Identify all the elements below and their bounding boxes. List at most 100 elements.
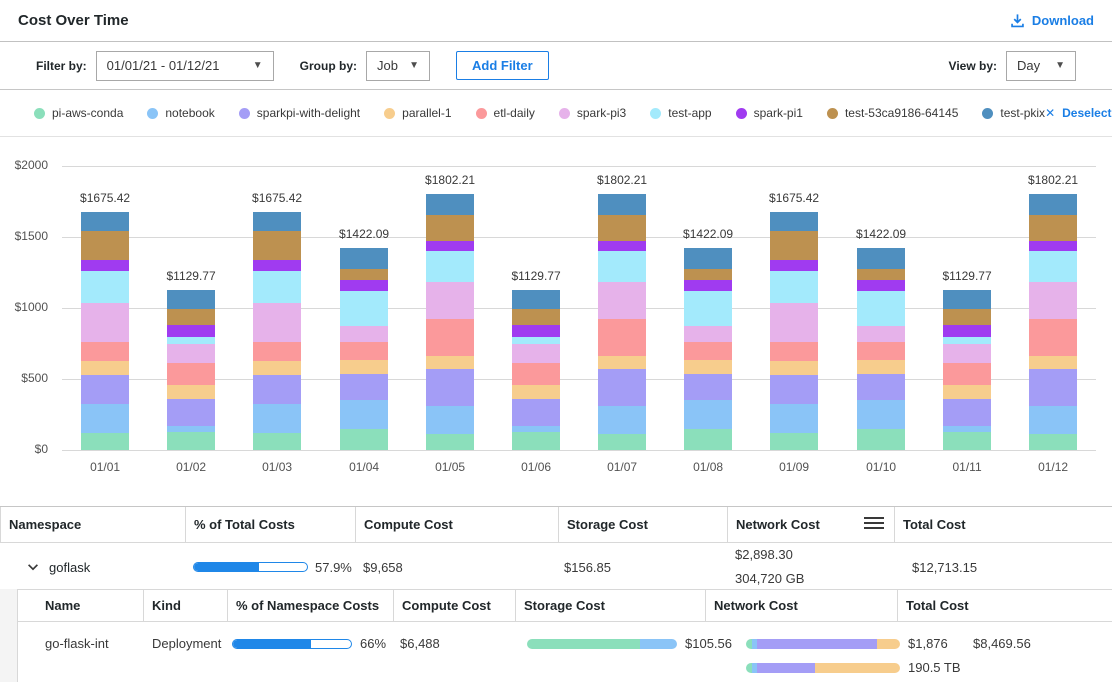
download-button[interactable]: Download xyxy=(1010,13,1094,28)
bar-segment-etl-daily[interactable] xyxy=(684,342,732,360)
bar-segment-spark-pi3[interactable] xyxy=(512,344,560,363)
column-header[interactable]: % of Total Costs xyxy=(185,507,355,542)
bar-segment-spark-pi1[interactable] xyxy=(943,325,991,336)
bar-segment-test-pkix[interactable] xyxy=(943,290,991,309)
column-header[interactable]: Compute Cost xyxy=(355,507,558,542)
bar-segment-pi-aws-conda[interactable] xyxy=(598,434,646,450)
bar-segment-parallel-1[interactable] xyxy=(1029,356,1077,369)
bar-segment-sparkpi-with-delight[interactable] xyxy=(512,399,560,426)
bar-segment-spark-pi1[interactable] xyxy=(426,241,474,252)
bar-segment-spark-pi3[interactable] xyxy=(598,282,646,320)
stacked-bar-01/12[interactable] xyxy=(1029,194,1077,450)
bar-segment-test-53ca9186-64145[interactable] xyxy=(81,231,129,261)
bar-segment-spark-pi1[interactable] xyxy=(340,280,388,290)
bar-segment-spark-pi3[interactable] xyxy=(1029,282,1077,320)
bar-segment-test-app[interactable] xyxy=(1029,251,1077,282)
bar-segment-notebook[interactable] xyxy=(770,404,818,433)
stacked-bar-01/09[interactable] xyxy=(770,212,818,450)
bar-segment-spark-pi3[interactable] xyxy=(167,344,215,363)
bar-segment-sparkpi-with-delight[interactable] xyxy=(1029,369,1077,406)
bar-segment-parallel-1[interactable] xyxy=(512,385,560,399)
stacked-bar-01/11[interactable] xyxy=(943,290,991,450)
bar-segment-sparkpi-with-delight[interactable] xyxy=(167,399,215,426)
bar-segment-sparkpi-with-delight[interactable] xyxy=(598,369,646,406)
bar-segment-spark-pi3[interactable] xyxy=(770,303,818,342)
column-header[interactable]: % of Namespace Costs xyxy=(227,590,393,621)
bar-segment-etl-daily[interactable] xyxy=(857,342,905,360)
bar-segment-test-pkix[interactable] xyxy=(340,248,388,269)
bar-segment-spark-pi1[interactable] xyxy=(1029,241,1077,252)
legend-item-sparkpi-with-delight[interactable]: sparkpi-with-delight xyxy=(239,106,360,120)
bar-segment-spark-pi3[interactable] xyxy=(857,326,905,342)
legend-item-test-app[interactable]: test-app xyxy=(650,106,711,120)
bar-segment-parallel-1[interactable] xyxy=(857,360,905,374)
bar-segment-notebook[interactable] xyxy=(857,400,905,429)
legend-item-pi-aws-conda[interactable]: pi-aws-conda xyxy=(34,106,123,120)
legend-item-test-53ca9186-64145[interactable]: test-53ca9186-64145 xyxy=(827,106,958,120)
bar-segment-test-pkix[interactable] xyxy=(167,290,215,309)
stacked-bar-01/05[interactable] xyxy=(426,194,474,450)
bar-segment-test-pkix[interactable] xyxy=(512,290,560,309)
column-header[interactable]: Total Cost xyxy=(894,507,1112,542)
bar-segment-pi-aws-conda[interactable] xyxy=(253,433,301,450)
bar-segment-parallel-1[interactable] xyxy=(167,385,215,399)
bar-segment-parallel-1[interactable] xyxy=(943,385,991,399)
bar-segment-parallel-1[interactable] xyxy=(340,360,388,374)
bar-segment-notebook[interactable] xyxy=(81,404,129,433)
bar-segment-etl-daily[interactable] xyxy=(770,342,818,361)
bar-segment-sparkpi-with-delight[interactable] xyxy=(770,375,818,404)
bar-segment-etl-daily[interactable] xyxy=(167,363,215,385)
bar-segment-etl-daily[interactable] xyxy=(340,342,388,360)
bar-segment-parallel-1[interactable] xyxy=(426,356,474,369)
bar-segment-notebook[interactable] xyxy=(1029,406,1077,434)
bar-segment-test-53ca9186-64145[interactable] xyxy=(512,309,560,326)
column-header[interactable]: Namespace xyxy=(0,507,185,542)
bar-segment-sparkpi-with-delight[interactable] xyxy=(81,375,129,404)
column-header[interactable]: Storage Cost xyxy=(515,590,705,621)
column-header[interactable]: Compute Cost xyxy=(393,590,515,621)
bar-segment-spark-pi1[interactable] xyxy=(770,260,818,270)
bar-segment-test-53ca9186-64145[interactable] xyxy=(253,231,301,261)
bar-segment-pi-aws-conda[interactable] xyxy=(167,432,215,450)
bar-segment-test-53ca9186-64145[interactable] xyxy=(598,215,646,241)
bar-segment-spark-pi3[interactable] xyxy=(81,303,129,342)
bar-segment-test-app[interactable] xyxy=(684,291,732,326)
bar-segment-test-pkix[interactable] xyxy=(598,194,646,214)
bar-segment-test-app[interactable] xyxy=(598,251,646,282)
table-row-goflask[interactable]: goflask 57.9% $9,658 $156.85 $2,898.30 3… xyxy=(0,543,1112,589)
legend-item-etl-daily[interactable]: etl-daily xyxy=(476,106,535,120)
bar-segment-test-app[interactable] xyxy=(426,251,474,282)
bar-segment-sparkpi-with-delight[interactable] xyxy=(857,374,905,400)
deselect-all-button[interactable]: ✕ Deselect All xyxy=(1045,106,1112,120)
legend-item-parallel-1[interactable]: parallel-1 xyxy=(384,106,451,120)
bar-segment-test-53ca9186-64145[interactable] xyxy=(684,269,732,280)
bar-segment-pi-aws-conda[interactable] xyxy=(81,433,129,450)
stacked-bar-01/07[interactable] xyxy=(598,194,646,450)
bar-segment-parallel-1[interactable] xyxy=(684,360,732,374)
bar-segment-sparkpi-with-delight[interactable] xyxy=(426,369,474,406)
bar-segment-sparkpi-with-delight[interactable] xyxy=(340,374,388,400)
bar-segment-etl-daily[interactable] xyxy=(598,319,646,356)
bar-segment-test-53ca9186-64145[interactable] xyxy=(340,269,388,280)
date-range-dropdown[interactable]: 01/01/21 - 01/12/21 ▼ xyxy=(96,51,274,81)
bar-segment-spark-pi3[interactable] xyxy=(426,282,474,320)
stacked-bar-01/06[interactable] xyxy=(512,290,560,450)
stacked-bar-01/04[interactable] xyxy=(340,248,388,450)
bar-segment-sparkpi-with-delight[interactable] xyxy=(943,399,991,426)
bar-segment-test-53ca9186-64145[interactable] xyxy=(167,309,215,326)
bar-segment-test-app[interactable] xyxy=(770,271,818,303)
bar-segment-notebook[interactable] xyxy=(340,400,388,429)
bar-segment-test-53ca9186-64145[interactable] xyxy=(1029,215,1077,241)
stacked-bar-01/08[interactable] xyxy=(684,248,732,450)
stacked-bar-01/01[interactable] xyxy=(81,212,129,450)
bar-segment-test-pkix[interactable] xyxy=(770,212,818,231)
bar-segment-parallel-1[interactable] xyxy=(253,361,301,375)
chevron-down-icon[interactable] xyxy=(26,560,40,574)
bar-segment-pi-aws-conda[interactable] xyxy=(340,429,388,450)
bar-segment-pi-aws-conda[interactable] xyxy=(857,429,905,450)
bar-segment-test-pkix[interactable] xyxy=(426,194,474,214)
bar-segment-pi-aws-conda[interactable] xyxy=(943,432,991,450)
legend-item-spark-pi1[interactable]: spark-pi1 xyxy=(736,106,803,120)
bar-segment-spark-pi1[interactable] xyxy=(167,325,215,336)
bar-segment-spark-pi3[interactable] xyxy=(253,303,301,342)
